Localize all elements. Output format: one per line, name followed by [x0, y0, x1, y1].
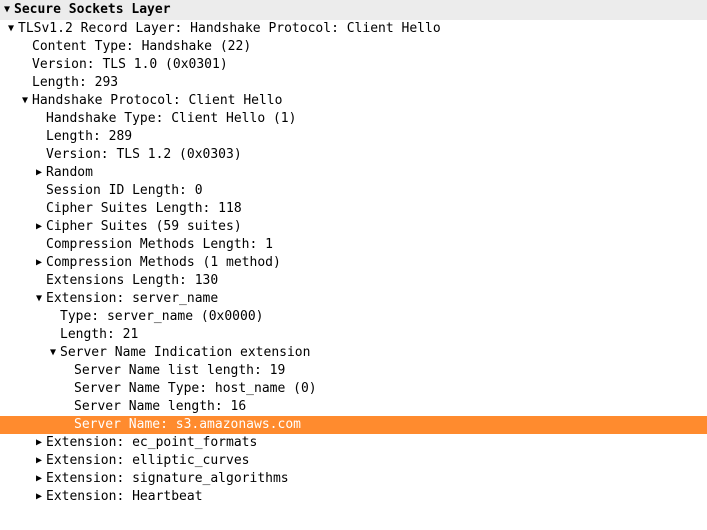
tree-row-label: Server Name: s3.amazonaws.com [72, 416, 301, 434]
tree-row[interactable]: TLSv1.2 Record Layer: Handshake Protocol… [0, 20, 707, 38]
protocol-header-label: Secure Sockets Layer [12, 1, 171, 19]
tree-row[interactable]: Server Name list length: 19 [0, 362, 707, 380]
tree-row-label: Content Type: Handshake (22) [30, 38, 251, 56]
tree-row[interactable]: Compression Methods (1 method) [0, 254, 707, 272]
tree-row[interactable]: Extensions Length: 130 [0, 272, 707, 290]
tree-row[interactable]: Server Name Type: host_name (0) [0, 380, 707, 398]
tree-row[interactable]: Extension: server_name [0, 290, 707, 308]
protocol-tree: TLSv1.2 Record Layer: Handshake Protocol… [0, 20, 707, 506]
tree-row-label: Extension: ec_point_formats [44, 434, 257, 452]
tree-row[interactable]: Version: TLS 1.0 (0x0301) [0, 56, 707, 74]
tree-row-label: Type: server_name (0x0000) [58, 308, 264, 326]
chevron-right-icon[interactable] [34, 470, 44, 488]
chevron-down-icon[interactable] [48, 344, 58, 362]
tree-row[interactable]: Extension: Heartbeat [0, 488, 707, 506]
tree-row[interactable]: Session ID Length: 0 [0, 182, 707, 200]
tree-row-label: Compression Methods Length: 1 [44, 236, 273, 254]
tree-row-label: Handshake Protocol: Client Hello [30, 92, 282, 110]
tree-row[interactable]: Cipher Suites (59 suites) [0, 218, 707, 236]
tree-row-label: Server Name Indication extension [58, 344, 310, 362]
tree-row-label: Session ID Length: 0 [44, 182, 203, 200]
chevron-right-icon[interactable] [34, 164, 44, 182]
tree-row-label: Extensions Length: 130 [44, 272, 218, 290]
tree-row-label: Extension: elliptic_curves [44, 452, 250, 470]
tree-row-label: Server Name length: 16 [72, 398, 246, 416]
tree-row[interactable]: Handshake Protocol: Client Hello [0, 92, 707, 110]
tree-row[interactable]: Extension: elliptic_curves [0, 452, 707, 470]
tree-row-label: Length: 293 [30, 74, 118, 92]
tree-row[interactable]: Type: server_name (0x0000) [0, 308, 707, 326]
tree-row[interactable]: Content Type: Handshake (22) [0, 38, 707, 56]
tree-row-label: Handshake Type: Client Hello (1) [44, 110, 296, 128]
tree-row-label: Extension: signature_algorithms [44, 470, 289, 488]
tree-row[interactable]: Server Name Indication extension [0, 344, 707, 362]
protocol-header[interactable]: Secure Sockets Layer [0, 0, 707, 20]
tree-row-label: Cipher Suites Length: 118 [44, 200, 242, 218]
chevron-down-icon[interactable] [20, 92, 30, 110]
tree-row-label: Compression Methods (1 method) [44, 254, 281, 272]
tree-row-label: Extension: server_name [44, 290, 218, 308]
chevron-right-icon[interactable] [34, 254, 44, 272]
tree-row[interactable]: Length: 21 [0, 326, 707, 344]
tree-row-label: Length: 21 [58, 326, 138, 344]
chevron-right-icon[interactable] [34, 452, 44, 470]
chevron-down-icon[interactable] [6, 20, 16, 38]
tree-row-label: Cipher Suites (59 suites) [44, 218, 242, 236]
chevron-down-icon[interactable] [2, 1, 12, 19]
chevron-right-icon[interactable] [34, 434, 44, 452]
tree-row[interactable]: Length: 289 [0, 128, 707, 146]
tree-row[interactable]: Server Name: s3.amazonaws.com [0, 416, 707, 434]
chevron-down-icon[interactable] [34, 290, 44, 308]
tree-row[interactable]: Random [0, 164, 707, 182]
tree-row-label: Server Name Type: host_name (0) [72, 380, 317, 398]
tree-row[interactable]: Compression Methods Length: 1 [0, 236, 707, 254]
tree-row-label: Server Name list length: 19 [72, 362, 285, 380]
tree-row[interactable]: Extension: signature_algorithms [0, 470, 707, 488]
tree-row-label: Length: 289 [44, 128, 132, 146]
tree-row[interactable]: Server Name length: 16 [0, 398, 707, 416]
tree-row[interactable]: Handshake Type: Client Hello (1) [0, 110, 707, 128]
tree-row[interactable]: Version: TLS 1.2 (0x0303) [0, 146, 707, 164]
tree-row-label: Random [44, 164, 93, 182]
tree-row[interactable]: Length: 293 [0, 74, 707, 92]
tree-row[interactable]: Extension: ec_point_formats [0, 434, 707, 452]
chevron-right-icon[interactable] [34, 218, 44, 236]
tree-row-label: Extension: Heartbeat [44, 488, 203, 506]
tree-row-label: Version: TLS 1.2 (0x0303) [44, 146, 242, 164]
chevron-right-icon[interactable] [34, 488, 44, 506]
tree-row[interactable]: Cipher Suites Length: 118 [0, 200, 707, 218]
tree-row-label: TLSv1.2 Record Layer: Handshake Protocol… [16, 20, 441, 38]
tree-row-label: Version: TLS 1.0 (0x0301) [30, 56, 228, 74]
